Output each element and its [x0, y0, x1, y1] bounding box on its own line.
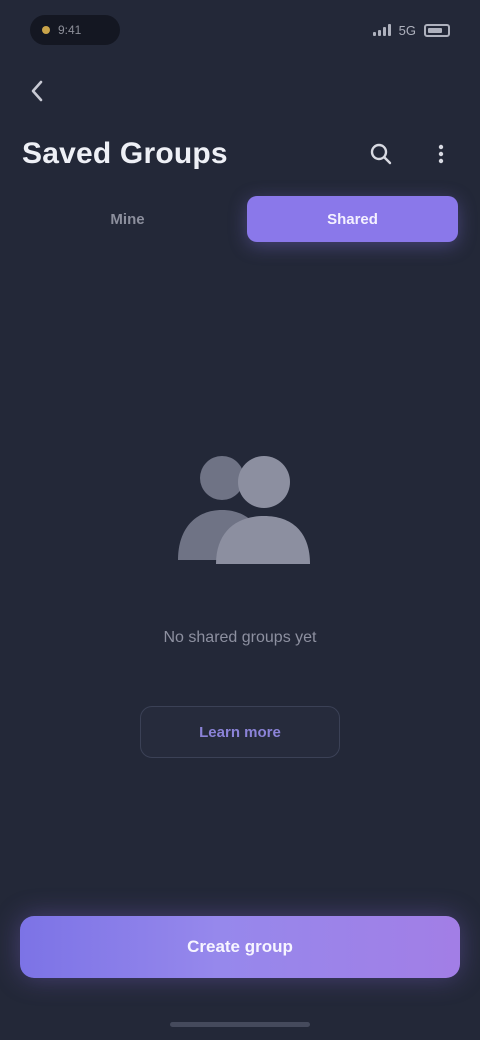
- empty-title: No shared groups yet: [163, 629, 317, 646]
- back-button[interactable]: [20, 74, 54, 108]
- tab-mine[interactable]: Mine: [22, 196, 233, 242]
- status-right: 5G: [372, 22, 450, 38]
- empty-state: No shared groups yet Learn more: [0, 440, 480, 758]
- page-title: Saved Groups: [22, 137, 228, 170]
- header: Saved Groups: [22, 126, 458, 182]
- search-icon: [370, 143, 392, 165]
- signal-icon: [372, 24, 391, 36]
- network-label: 5G: [398, 22, 416, 38]
- screen: 9:41 5G Saved Groups Mine Shared No shar…: [0, 0, 480, 1040]
- status-left: 9:41: [30, 15, 120, 45]
- status-bar: 9:41 5G: [0, 0, 480, 60]
- recording-dot-icon: [42, 26, 50, 34]
- tab-shared[interactable]: Shared: [247, 196, 458, 242]
- status-time: 9:41: [58, 23, 82, 37]
- header-actions: [364, 137, 458, 171]
- segmented-tabs: Mine Shared: [22, 196, 458, 242]
- learn-more-button[interactable]: Learn more: [140, 706, 340, 758]
- home-indicator[interactable]: [170, 1022, 310, 1027]
- more-icon: [438, 144, 444, 164]
- chevron-left-icon: [31, 80, 43, 102]
- more-button[interactable]: [424, 137, 458, 171]
- status-pill[interactable]: 9:41: [30, 15, 120, 45]
- battery-icon: [424, 23, 450, 37]
- search-button[interactable]: [364, 137, 398, 171]
- users-icon: [178, 456, 310, 564]
- create-group-button[interactable]: Create group: [20, 916, 460, 978]
